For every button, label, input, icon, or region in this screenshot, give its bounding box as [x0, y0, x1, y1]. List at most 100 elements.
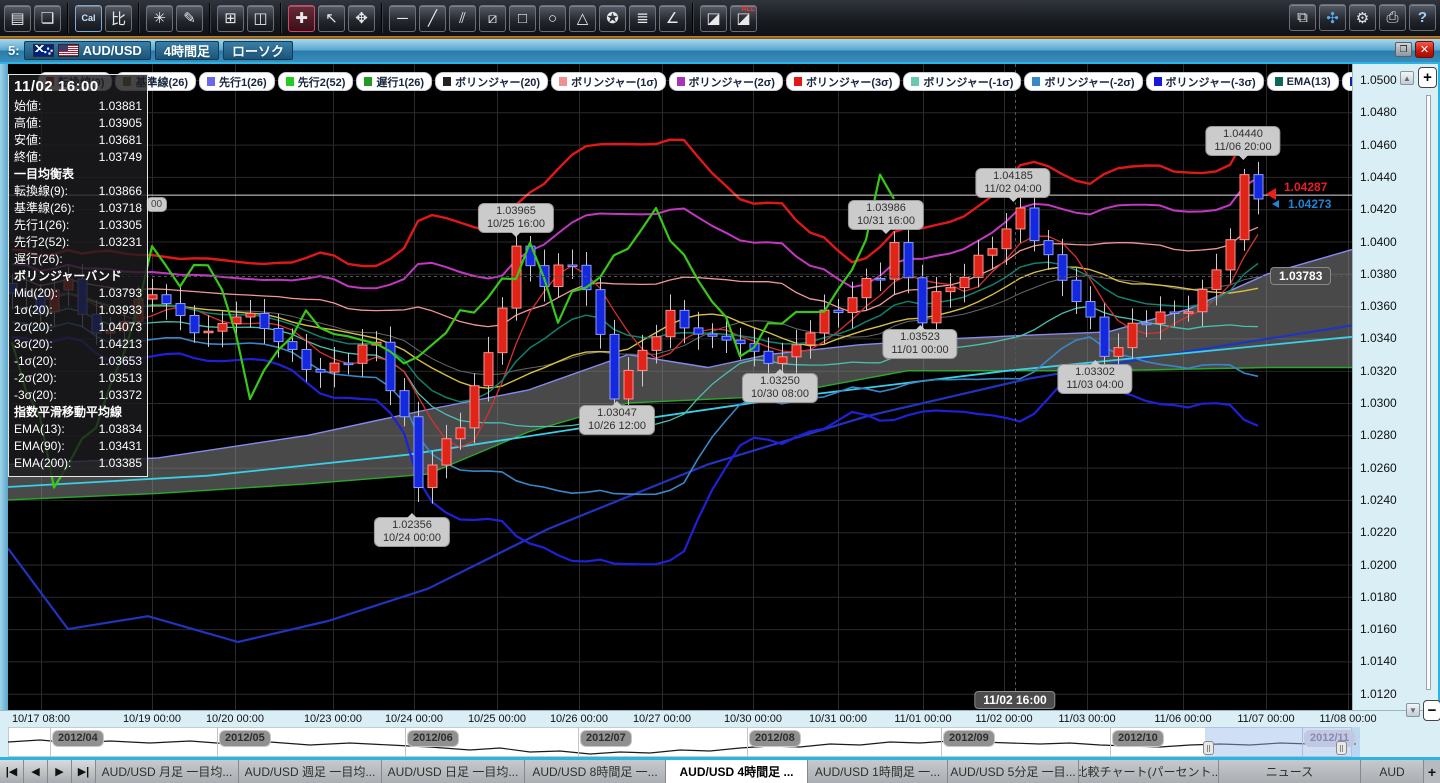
- chart-tab[interactable]: 比較チャート(パーセント...: [1079, 760, 1219, 783]
- price-tick-label: 1.0480: [1360, 105, 1397, 119]
- node-graph-button[interactable]: ✳: [146, 5, 173, 32]
- fullscreen-button[interactable]: ✣: [1319, 4, 1346, 31]
- info-row-label: 先行1(26):: [14, 217, 69, 234]
- add-chart-tab-button[interactable]: +: [1424, 760, 1440, 783]
- crossing-line-button[interactable]: ⧄: [479, 5, 506, 32]
- chart-tab[interactable]: AUD/USD 1時間足 一...: [808, 760, 948, 783]
- price-tick-label: 1.0240: [1360, 493, 1397, 507]
- print-button[interactable]: ⎙: [1379, 4, 1406, 31]
- chart-tab[interactable]: AUD/USD 日足 一目均...: [382, 760, 525, 783]
- range-navigator[interactable]: 2012/04 2012/05 2012/06 2012/07 2012/08 2012/…: [0, 727, 1440, 757]
- tab-nav-last-button[interactable]: ▶|: [72, 760, 96, 783]
- chart-tab[interactable]: AUD/USD 4時間足 ...: [666, 760, 808, 783]
- triangle-button[interactable]: △: [569, 5, 596, 32]
- chart-tab[interactable]: AUD/USD 月足 一目均...: [96, 760, 239, 783]
- info-row: 転換線(9):1.03866: [14, 183, 142, 200]
- month-label[interactable]: 2012/04: [52, 730, 104, 747]
- legend-chip-label: 先行1(26): [219, 74, 267, 90]
- info-row-label: 転換線(9):: [14, 183, 68, 200]
- info-row-label: 先行2(52):: [14, 234, 69, 251]
- symbol-label: AUD/USD: [83, 43, 142, 58]
- month-label[interactable]: 2012/10: [1112, 730, 1164, 747]
- legend-chip-EMA13[interactable]: EMA(13): [1267, 72, 1339, 91]
- polygon-button[interactable]: ✪: [599, 5, 626, 32]
- price-tick-label: 1.0420: [1360, 202, 1397, 216]
- price-tick-label: 1.0320: [1360, 364, 1397, 378]
- range-grip-right[interactable]: [1336, 741, 1347, 755]
- info-row-value: 1.03933: [99, 302, 142, 319]
- legend-chip-126[interactable]: 先行1(26): [199, 72, 275, 91]
- parallel-lines-button[interactable]: ⫽: [449, 5, 476, 32]
- chart-tab[interactable]: ニュース: [1219, 760, 1361, 783]
- ellipse-button[interactable]: ○: [539, 5, 566, 32]
- trend-line-button[interactable]: ╱: [419, 5, 446, 32]
- legend-color-swatch: [794, 77, 802, 86]
- window-close-button[interactable]: ✕: [1415, 41, 1434, 58]
- scroll-down-button[interactable]: ▼: [1406, 703, 1420, 717]
- info-row-value: 1.03718: [99, 200, 142, 217]
- chart-tab[interactable]: AUD/USD 8時間足 一...: [525, 760, 666, 783]
- annotation-price: 1.02356: [383, 519, 441, 532]
- data-window-button[interactable]: ▤: [4, 5, 31, 32]
- symbol-button[interactable]: AUD/USD: [24, 41, 151, 60]
- copy-chart-button[interactable]: ❏: [34, 5, 61, 32]
- erase-all-button[interactable]: ◪ALL: [730, 5, 757, 32]
- month-label[interactable]: 2012/07: [580, 730, 632, 747]
- price-chart-area[interactable]: 転換線(9)基準線(26)先行1(26)先行2(52)遅行1(26)ボリンジャー…: [8, 64, 1352, 710]
- pan-hand-button[interactable]: ✥: [348, 5, 375, 32]
- compare-button[interactable]: 比: [105, 5, 132, 32]
- calendar-button[interactable]: Cal: [75, 5, 102, 32]
- fibonacci-lines-button[interactable]: ≣: [629, 5, 656, 32]
- scroll-up-button[interactable]: ▲: [1400, 71, 1414, 85]
- ask-arrow-icon: [1266, 188, 1276, 200]
- chart-tab[interactable]: AUD/USD 5分足 一目...: [948, 760, 1079, 783]
- crosshair-button[interactable]: ✚: [288, 5, 315, 32]
- window-layout-button[interactable]: ⧉: [1289, 4, 1316, 31]
- chart-tab[interactable]: AUD: [1361, 760, 1424, 783]
- rectangle-button[interactable]: □: [509, 5, 536, 32]
- save-button[interactable]: ◫: [247, 5, 274, 32]
- legend-chip-1[interactable]: ボリンジャー(1σ): [551, 72, 665, 91]
- month-label[interactable]: 2012/09: [943, 730, 995, 747]
- legend-chip--3[interactable]: ボリンジャー(-3σ): [1146, 72, 1264, 91]
- info-row-label: -2σ(20):: [14, 370, 57, 387]
- month-label[interactable]: 2012/08: [749, 730, 801, 747]
- legend-chip-20[interactable]: ボリンジャー(20): [435, 72, 548, 91]
- angle-line-button[interactable]: ∠: [659, 5, 686, 32]
- horizontal-line-button[interactable]: ─: [389, 5, 416, 32]
- time-tick-label: 10/26 00:00: [550, 713, 608, 725]
- draw-edit-button[interactable]: ✎: [176, 5, 203, 32]
- eraser-button[interactable]: ◪: [700, 5, 727, 32]
- annotation-price: 1.03302: [1066, 366, 1123, 379]
- candlestick-chart[interactable]: [8, 64, 1352, 710]
- zoom-out-button[interactable]: −: [1423, 700, 1440, 721]
- settings-gear-button[interactable]: ⚙: [1349, 4, 1376, 31]
- help-button[interactable]: ?: [1409, 4, 1436, 31]
- timeframe-button[interactable]: 4時間足: [155, 41, 219, 60]
- legend-chip-126[interactable]: 遅行1(26): [356, 72, 432, 91]
- cursor-button[interactable]: ↖: [318, 5, 345, 32]
- chart-type-button[interactable]: ローソク: [223, 41, 293, 60]
- window-settings-button[interactable]: ⊞: [217, 5, 244, 32]
- chart-tab[interactable]: AUD/USD 週足 一目均...: [239, 760, 382, 783]
- price-tick-label: 1.0460: [1360, 138, 1397, 152]
- month-label[interactable]: 2012/06: [407, 730, 459, 747]
- tab-nav-prev-button[interactable]: ◀: [24, 760, 48, 783]
- legend-chip-2[interactable]: ボリンジャー(2σ): [669, 72, 783, 91]
- legend-chip-3[interactable]: ボリンジャー(3σ): [786, 72, 900, 91]
- zoom-in-button[interactable]: +: [1418, 67, 1437, 88]
- window-restore-button[interactable]: ❐: [1395, 42, 1412, 57]
- time-axis[interactable]: 10/17 08:0010/19 00:0010/20 00:0010/23 0…: [0, 710, 1440, 727]
- tab-nav-next-button[interactable]: ▶: [48, 760, 72, 783]
- legend-chip--2[interactable]: ボリンジャー(-2σ): [1024, 72, 1142, 91]
- range-grip-left[interactable]: [1203, 741, 1214, 755]
- v-scrollbar-track[interactable]: [1426, 95, 1431, 690]
- legend-chip-EMA90[interactable]: EMA(90): [1342, 72, 1352, 91]
- legend-chip--1[interactable]: ボリンジャー(-1σ): [903, 72, 1021, 91]
- info-row-value: 1.03372: [99, 387, 142, 404]
- month-label[interactable]: 2012/05: [219, 730, 271, 747]
- month-label[interactable]: 2012/11: [1304, 730, 1355, 747]
- info-row-value: 1.03305: [99, 217, 142, 234]
- tab-nav-first-button[interactable]: |◀: [0, 760, 24, 783]
- legend-chip-252[interactable]: 先行2(52): [278, 72, 354, 91]
